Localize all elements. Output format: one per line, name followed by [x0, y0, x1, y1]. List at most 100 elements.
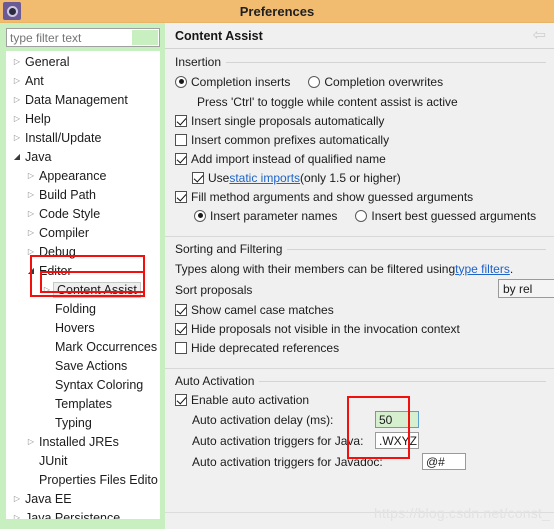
sidebar-item-typing[interactable]: Typing — [6, 413, 160, 432]
clear-filter-button[interactable] — [132, 30, 158, 45]
sidebar-item-label: Content Assist — [53, 281, 141, 298]
checkbox-use-static-imports[interactable] — [192, 171, 204, 184]
sidebar-item-help[interactable]: ▷ Help — [6, 109, 160, 128]
chevron-right-icon[interactable]: ▷ — [24, 437, 38, 446]
link-static-imports[interactable]: static imports — [229, 171, 300, 185]
checkbox-fill-method-arguments[interactable] — [175, 190, 187, 203]
checkbox-add-import[interactable] — [175, 152, 187, 165]
row-completion-mode: Completion inserts Completion overwrites — [175, 71, 546, 92]
row-auto-activation-delay: Auto activation delay (ms): 50 — [175, 409, 546, 430]
preferences-tree[interactable]: ▷ General ▷ Ant ▷ Data Management ▷ Help ▷ Instal… — [6, 51, 160, 519]
radio-completion-inserts[interactable] — [175, 75, 187, 88]
row-enable-auto-activation[interactable]: Enable auto activation — [175, 390, 546, 409]
chevron-right-icon[interactable]: ▷ — [10, 494, 24, 503]
row-use-static-imports[interactable]: Use static imports (only 1.5 or higher) — [175, 168, 546, 187]
chevron-right-icon[interactable]: ▷ — [10, 76, 24, 85]
page-title: Content Assist — [175, 28, 263, 43]
chevron-right-icon[interactable]: ▷ — [10, 114, 24, 123]
row-fill-method-arguments[interactable]: Fill method arguments and show guessed a… — [175, 187, 546, 206]
checkbox-insert-single-proposals[interactable] — [175, 114, 187, 127]
sidebar-item-installed-jres[interactable]: ▷ Installed JREs — [6, 432, 160, 451]
sidebar-item-content-assist[interactable]: ▷ Content Assist — [6, 280, 160, 299]
label-sort-proposals: Sort proposals — [175, 282, 253, 297]
sidebar-item-build-path[interactable]: ▷ Build Path — [6, 185, 160, 204]
sidebar-item-ant[interactable]: ▷ Ant — [6, 71, 160, 90]
group-label-insertion: Insertion — [175, 55, 222, 69]
back-arrow-icon[interactable]: ⇦ — [533, 27, 546, 44]
sidebar-item-save-actions[interactable]: Save Actions — [6, 356, 160, 375]
chevron-right-icon[interactable]: ▷ — [24, 209, 38, 218]
note-ctrl-toggle: Press 'Ctrl' to toggle while content ass… — [197, 94, 458, 109]
sidebar-item-label: Installed JREs — [39, 434, 119, 449]
group-insertion: Insertion Completion inserts Completion … — [165, 55, 554, 231]
sidebar-item-properties-files-edito[interactable]: Properties Files Edito — [6, 470, 160, 489]
chevron-right-icon[interactable]: ▷ — [24, 247, 38, 256]
sidebar-item-hovers[interactable]: Hovers — [6, 318, 160, 337]
chevron-right-icon[interactable]: ▷ — [24, 190, 38, 199]
group-title-insertion: Insertion — [175, 55, 546, 71]
divider-sorting-autoactivation — [165, 368, 554, 369]
row-argument-mode: Insert parameter names Insert best guess… — [175, 206, 546, 225]
divider-bottom — [165, 512, 554, 513]
checkbox-enable-auto-activation[interactable] — [175, 393, 187, 406]
checkbox-hide-proposals[interactable] — [175, 322, 187, 335]
javadoc-triggers-input[interactable]: @# — [422, 453, 466, 470]
chevron-down-icon[interactable]: ◢ — [24, 266, 38, 275]
sidebar-item-code-style[interactable]: ▷ Code Style — [6, 204, 160, 223]
chevron-right-icon[interactable]: ▷ — [10, 513, 24, 519]
chevron-right-icon[interactable]: ▷ — [40, 285, 54, 294]
group-label-sorting: Sorting and Filtering — [175, 242, 283, 256]
radio-completion-overwrites[interactable] — [308, 75, 321, 88]
label-fill-method-arguments: Fill method arguments and show guessed a… — [191, 189, 474, 204]
sidebar-item-java[interactable]: ◢ Java — [6, 147, 160, 166]
sidebar-item-editor[interactable]: ◢ Editor — [6, 261, 160, 280]
auto-activation-delay-input[interactable]: 50 — [375, 411, 419, 428]
chevron-right-icon[interactable]: ▷ — [24, 228, 38, 237]
sidebar-item-appearance[interactable]: ▷ Appearance — [6, 166, 160, 185]
sidebar-item-install-update[interactable]: ▷ Install/Update — [6, 128, 160, 147]
label-completion-overwrites: Completion overwrites — [324, 74, 444, 89]
chevron-down-icon[interactable]: ◢ — [10, 152, 24, 161]
sidebar-item-junit[interactable]: JUnit — [6, 451, 160, 470]
sidebar-item-java-persistence[interactable]: ▷ Java Persistence — [6, 508, 160, 520]
chevron-right-icon[interactable]: ▷ — [10, 95, 24, 104]
radio-insert-best-guessed[interactable] — [355, 209, 368, 222]
checkbox-show-camel-case[interactable] — [175, 303, 187, 316]
row-insert-common-prefixes[interactable]: Insert common prefixes automatically — [175, 130, 546, 149]
label-insert-best-guessed: Insert best guessed arguments — [371, 208, 537, 223]
chevron-right-icon[interactable]: ▷ — [10, 57, 24, 66]
sidebar-item-label: Data Management — [25, 92, 128, 107]
sidebar-item-templates[interactable]: Templates — [6, 394, 160, 413]
label-hide-proposals: Hide proposals not visible in the invoca… — [191, 321, 460, 336]
sidebar-item-java-ee[interactable]: ▷ Java EE — [6, 489, 160, 508]
checkbox-hide-deprecated[interactable] — [175, 341, 187, 354]
search-input[interactable] — [7, 30, 131, 45]
link-type-filters[interactable]: type filters — [455, 262, 510, 276]
radio-insert-parameter-names[interactable] — [194, 209, 206, 222]
checkbox-insert-common-prefixes[interactable] — [175, 133, 187, 146]
sidebar-item-folding[interactable]: Folding — [6, 299, 160, 318]
row-show-camel-case[interactable]: Show camel case matches — [175, 300, 546, 319]
filter-box[interactable] — [6, 28, 160, 47]
sidebar-item-label: Editor — [39, 263, 72, 278]
sidebar-item-debug[interactable]: ▷ Debug — [6, 242, 160, 261]
sidebar-item-label: Folding — [55, 301, 96, 316]
chevron-right-icon[interactable]: ▷ — [10, 133, 24, 142]
row-insert-single-proposals[interactable]: Insert single proposals automatically — [175, 111, 546, 130]
row-hide-proposals[interactable]: Hide proposals not visible in the invoca… — [175, 319, 546, 338]
row-java-triggers: Auto activation triggers for Java: .WXYZ — [175, 430, 546, 451]
row-hide-deprecated[interactable]: Hide deprecated references — [175, 338, 546, 357]
sidebar-item-data-management[interactable]: ▷ Data Management — [6, 90, 160, 109]
sidebar-item-mark-occurrences[interactable]: Mark Occurrences — [6, 337, 160, 356]
chevron-right-icon[interactable]: ▷ — [24, 171, 38, 180]
sort-proposals-dropdown[interactable]: by rel — [498, 279, 554, 298]
row-add-import[interactable]: Add import instead of qualified name — [175, 149, 546, 168]
sidebar-item-compiler[interactable]: ▷ Compiler — [6, 223, 160, 242]
sidebar-item-label: Build Path — [39, 187, 96, 202]
sidebar-item-general[interactable]: ▷ General — [6, 52, 160, 71]
java-triggers-input[interactable]: .WXYZ — [375, 432, 419, 449]
label-filter-note-suffix: . — [509, 261, 514, 276]
sidebar-item-syntax-coloring[interactable]: Syntax Coloring — [6, 375, 160, 394]
